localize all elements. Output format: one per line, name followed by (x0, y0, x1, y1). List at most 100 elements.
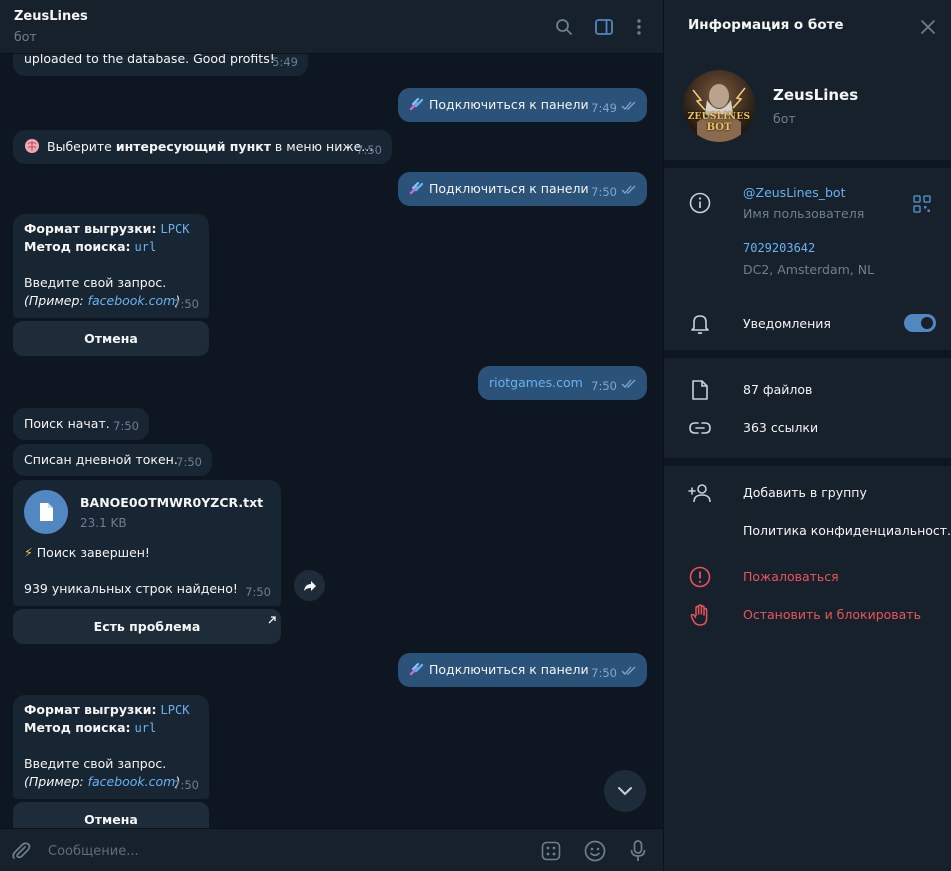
read-checks-icon (621, 662, 637, 680)
message-input-bar (0, 828, 663, 871)
message-text: Подключиться к панели (429, 97, 589, 112)
message-line: Формат выгрузки: LPCK (24, 221, 190, 236)
message-outgoing: Подключиться к панели 7:49 (398, 88, 647, 122)
more-menu-icon[interactable] (626, 14, 652, 40)
file-name[interactable]: BANOE0OTMWR0YZCR.txt (80, 494, 263, 512)
link-icon (688, 416, 712, 440)
bot-subtitle: бот (773, 111, 796, 126)
microphone-icon[interactable] (624, 837, 652, 865)
link-icon (408, 179, 426, 202)
attach-icon[interactable] (7, 837, 35, 865)
scroll-down-button[interactable] (604, 770, 646, 812)
bot-id[interactable]: 7029203642 (743, 241, 815, 255)
message-incoming: uploaded to the database. Good profits! … (13, 54, 308, 76)
bot-avatar[interactable]: ZEUSLINES BOT (683, 70, 755, 142)
cancel-button[interactable]: Отмена (13, 321, 209, 356)
message-time: 7:49 (591, 101, 617, 115)
forward-icon[interactable] (294, 570, 325, 601)
file-icon (688, 378, 712, 402)
notifications-toggle[interactable] (904, 314, 936, 332)
message-time: 7:50 (245, 585, 271, 599)
username-link[interactable]: @ZeusLines_bot (743, 185, 845, 200)
chat-area: ZeusLines бот uploaded to the database. … (0, 0, 663, 871)
message-line: Формат выгрузки: LPCK (24, 702, 190, 717)
link-icon (408, 95, 426, 118)
block-label: Остановить и блокировать (743, 607, 921, 622)
read-checks-icon (621, 97, 637, 115)
links-count: 363 ссылки (743, 420, 819, 435)
message-line: 939 уникальных строк найдено! (24, 581, 238, 596)
message-outgoing: Подключиться к панели 7:50 (398, 172, 647, 206)
brain-emoji-icon (24, 138, 40, 159)
notifications-label: Уведомления (743, 316, 831, 331)
bell-icon (688, 312, 712, 336)
message-line: Введите свой запрос. (24, 275, 167, 290)
chat-title[interactable]: ZeusLines (14, 9, 88, 24)
bot-info-panel: Информация о боте ZEUSLINES BOT ZeusLine… (663, 0, 951, 871)
button-label: Есть проблема (93, 619, 201, 634)
message-text: Подключиться к панели (429, 181, 589, 196)
lightning-emoji-icon: ⚡ (24, 545, 33, 560)
bot-commands-icon[interactable] (537, 837, 565, 865)
message-line: ⚡ Поиск завершен! (24, 545, 150, 560)
emoji-icon[interactable] (581, 837, 609, 865)
section-divider (664, 350, 951, 358)
message-time: 7:50 (173, 778, 199, 792)
link-icon (408, 660, 426, 683)
privacy-policy-link[interactable]: Политика конфиденциальност... (743, 523, 951, 538)
message-incoming: Формат выгрузки: LPCK Метод поиска: url … (13, 695, 209, 799)
message-text: Подключиться к панели (429, 662, 589, 677)
file-size: 23.1 KB (80, 516, 127, 530)
message-time: 7:50 (591, 379, 617, 393)
example-link[interactable]: facebook.com (88, 774, 176, 789)
sidebar-toggle-icon[interactable] (591, 14, 617, 40)
file-icon[interactable] (24, 490, 68, 534)
report-problem-button[interactable]: Есть проблема (13, 609, 281, 644)
message-incoming: Формат выгрузки: LPCK Метод поиска: url … (13, 214, 209, 318)
message-outgoing: riotgames.com 7:50 (478, 366, 647, 400)
message-text: uploaded to the database. Good profits! (24, 54, 275, 66)
stop-hand-icon (688, 603, 712, 627)
message-incoming: Выберите интересующий пункт в меню ниже.… (13, 130, 392, 164)
message-incoming: Поиск начат. 7:50 (13, 408, 149, 440)
message-time: 5:49 (272, 55, 298, 69)
search-icon[interactable] (551, 14, 577, 40)
example-link[interactable]: facebook.com (88, 293, 176, 308)
message-input[interactable] (48, 841, 518, 861)
read-checks-icon (621, 181, 637, 199)
message-text: Поиск начат. (24, 416, 110, 431)
message-time: 7:50 (356, 143, 382, 157)
cancel-button[interactable]: Отмена (13, 802, 209, 828)
message-line: (Пример: facebook.com) (24, 774, 181, 789)
message-file: BANOE0OTMWR0YZCR.txt 23.1 KB ⚡ Поиск зав… (13, 480, 281, 606)
message-line: Метод поиска: url (24, 239, 157, 254)
message-link[interactable]: riotgames.com (489, 374, 583, 392)
message-incoming: Списан дневной токен. 7:50 (13, 444, 212, 476)
info-panel-title: Информация о боте (688, 17, 844, 33)
avatar-logo-text: ZEUSLINES (687, 112, 751, 122)
report-label: Пожаловаться (743, 569, 839, 584)
external-arrow-icon (268, 612, 276, 627)
chat-header[interactable]: ZeusLines бот (0, 0, 663, 54)
message-time: 7:50 (591, 185, 617, 199)
message-list[interactable]: uploaded to the database. Good profits! … (0, 54, 663, 828)
message-line: (Пример: facebook.com) (24, 293, 181, 308)
add-to-group-label: Добавить в группу (743, 485, 867, 500)
message-time: 7:50 (176, 455, 202, 469)
report-icon (688, 565, 712, 589)
qr-code-icon[interactable] (913, 195, 931, 217)
read-checks-icon (621, 375, 637, 393)
add-user-icon (688, 481, 712, 505)
files-count: 87 файлов (743, 382, 813, 397)
message-text: Списан дневной токен. (24, 452, 178, 467)
chat-status: бот (14, 29, 37, 44)
avatar-logo-text: BOT (706, 122, 732, 133)
toggle-knob (921, 317, 933, 329)
close-icon[interactable] (916, 15, 940, 39)
message-outgoing: Подключиться к панели 7:50 (398, 653, 647, 687)
data-center: DC2, Amsterdam, NL (743, 262, 875, 277)
message-text: Выберите интересующий пункт в меню ниже.… (47, 139, 374, 154)
message-time: 7:50 (173, 297, 199, 311)
username-label: Имя пользователя (743, 206, 865, 221)
info-icon (688, 191, 712, 215)
